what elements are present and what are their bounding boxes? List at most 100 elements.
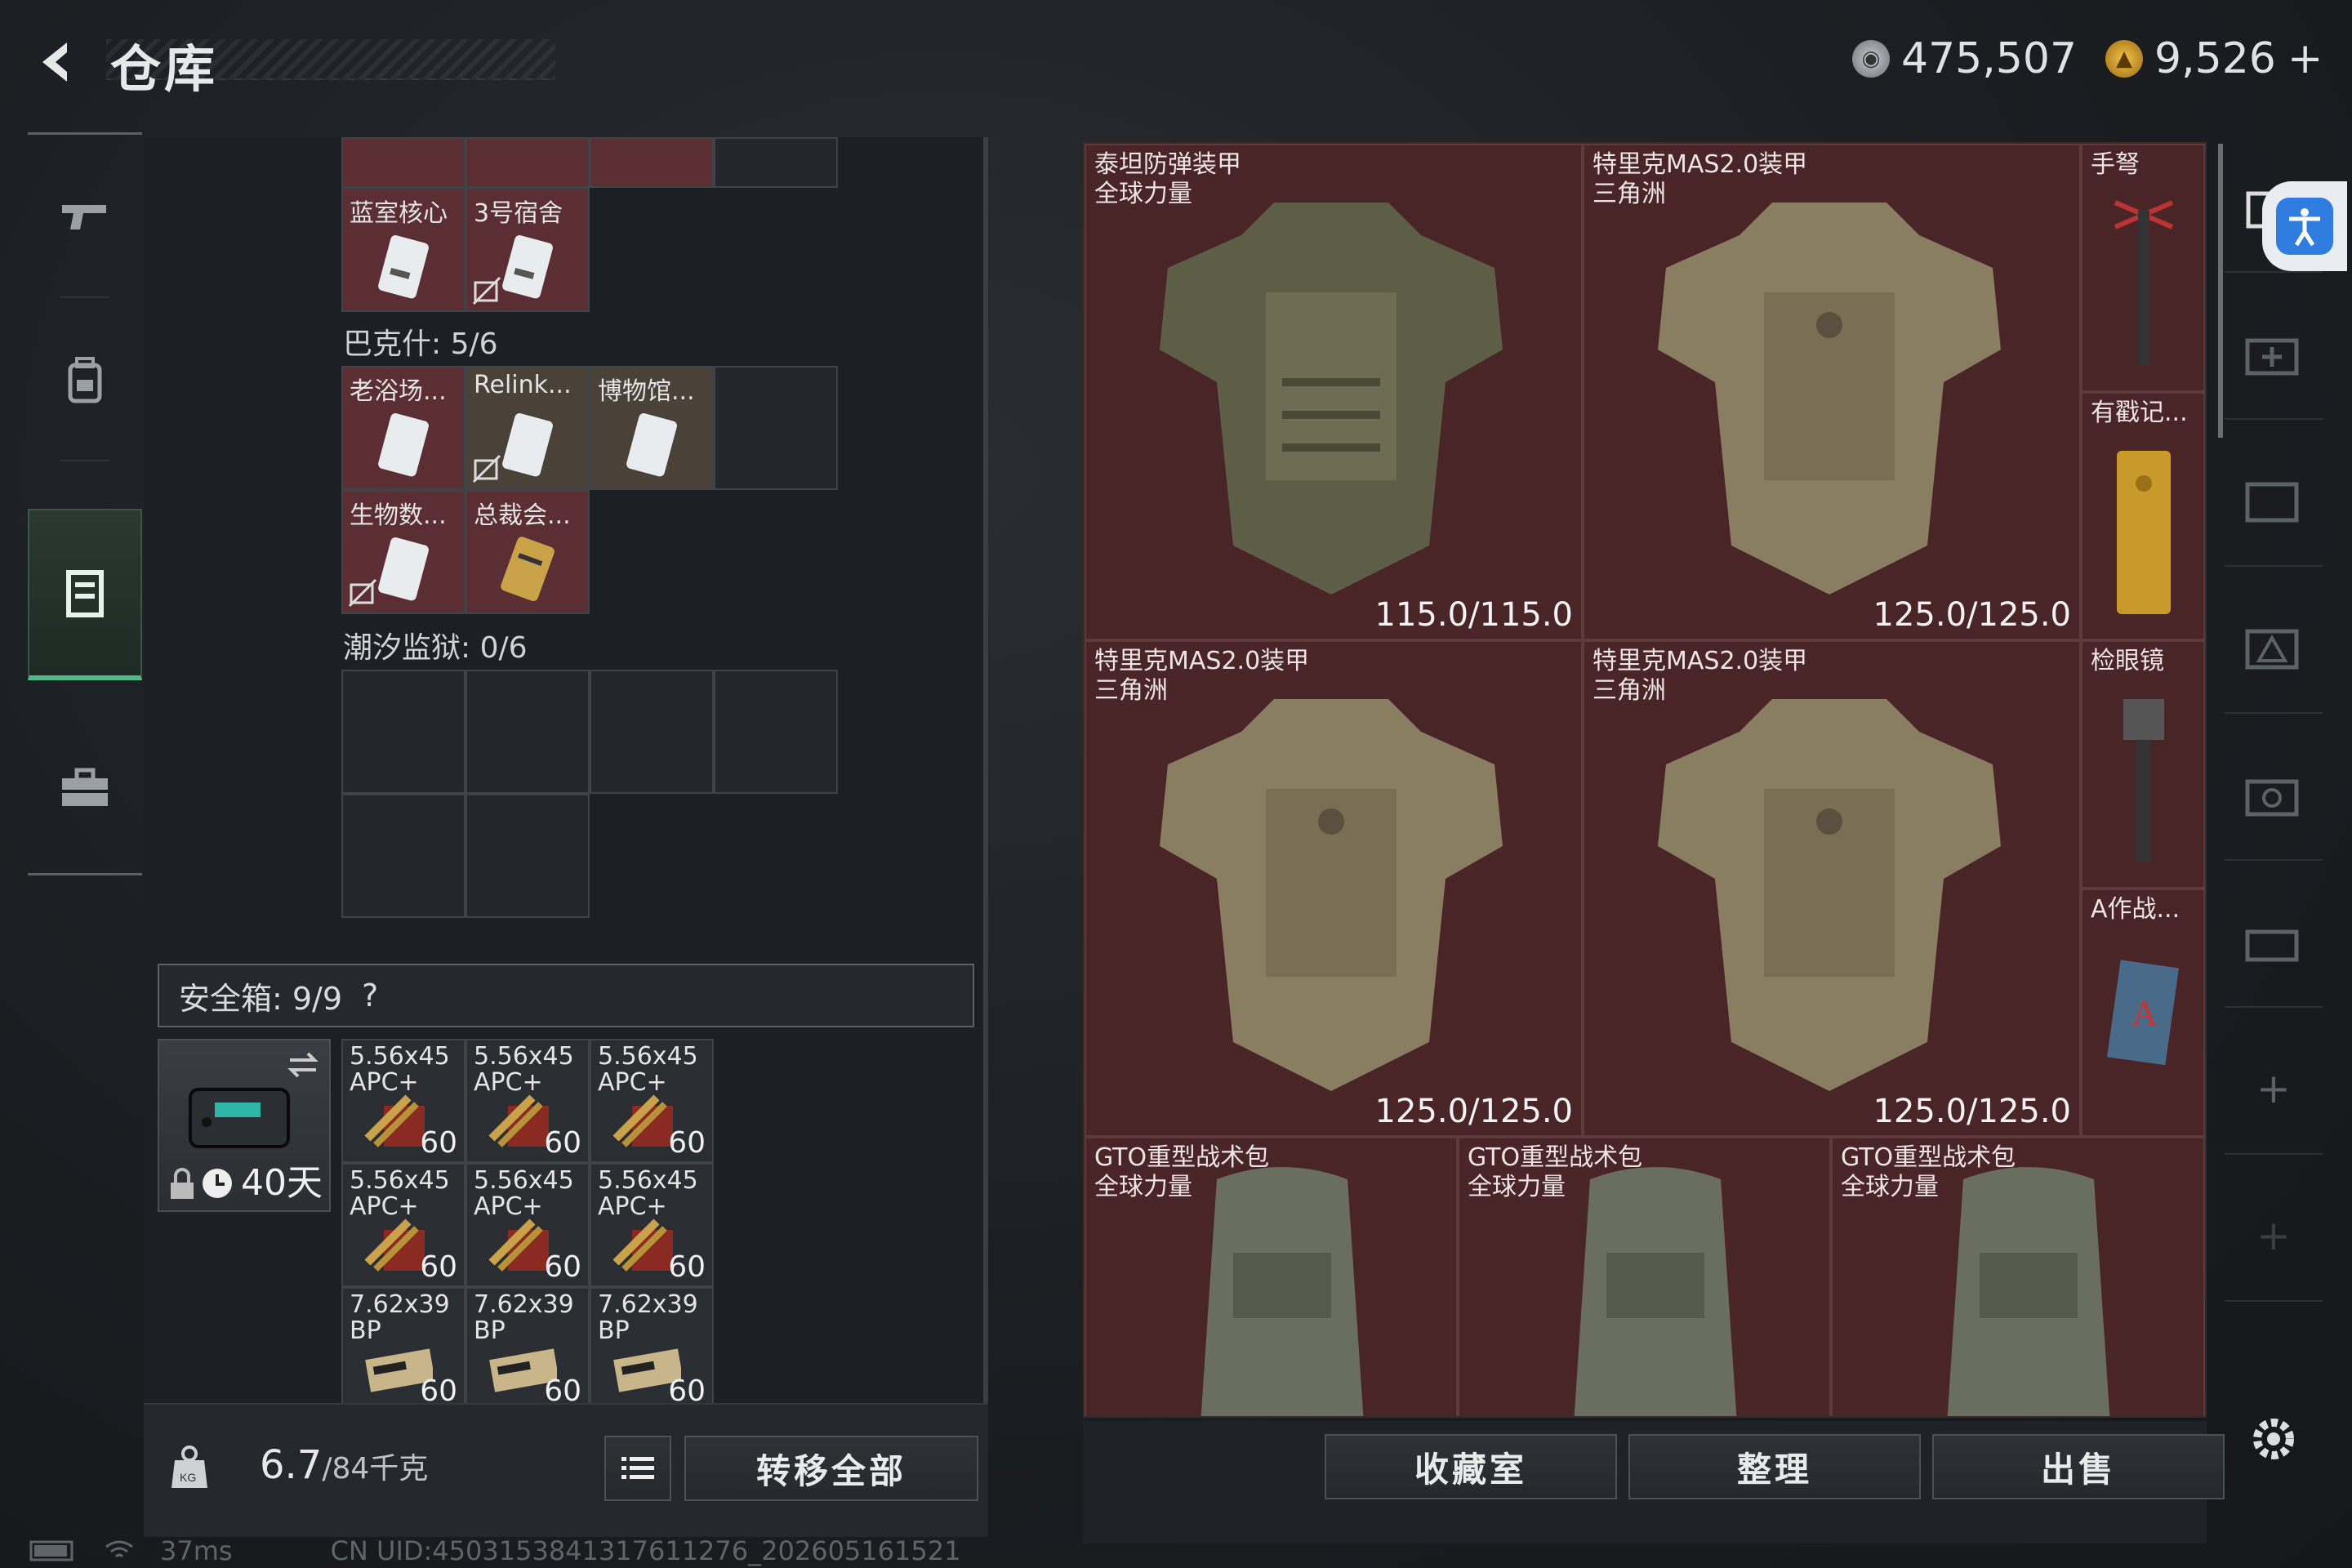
- armor-item[interactable]: 特里克MAS2.0装甲 三角洲 125.0/125.0: [1583, 144, 2081, 640]
- keycard-item[interactable]: 总裁会...: [466, 490, 590, 614]
- locker-icon: [66, 570, 104, 617]
- keycard-icon: [626, 413, 677, 477]
- medkit-icon: [2245, 338, 2299, 376]
- keycard-item[interactable]: 老浴场...: [341, 366, 466, 490]
- document-item[interactable]: A作战... A: [2081, 889, 2205, 1137]
- swap-icon[interactable]: [287, 1050, 319, 1080]
- settings-gear-icon[interactable]: [2247, 1413, 2300, 1465]
- category-valuables[interactable]: [2225, 730, 2323, 861]
- armor-item[interactable]: 特里克MAS2.0装甲 三角洲 125.0/125.0: [1583, 640, 2081, 1137]
- wifi-icon: [105, 1540, 133, 1558]
- ammo-type: BP: [350, 1316, 381, 1344]
- list-icon: [621, 1457, 654, 1479]
- item-slot[interactable]: [466, 137, 590, 188]
- sidebar-item-weapons[interactable]: [28, 135, 142, 298]
- battery-icon: [29, 1540, 74, 1561]
- help-button[interactable]: ?: [362, 978, 378, 1013]
- durability: 125.0/125.0: [1374, 1093, 1574, 1130]
- ammo-item[interactable]: 5.56x45 APC+ 60: [590, 1039, 714, 1163]
- item-slot[interactable]: [590, 137, 714, 188]
- ammo-item[interactable]: 7.62x39 BP 60: [466, 1287, 590, 1411]
- sort-button[interactable]: 整理: [1628, 1434, 1921, 1499]
- ammo-item[interactable]: 7.62x39 BP 60: [590, 1287, 714, 1411]
- inventory-grid: 泰坦防弹装甲 全球力量 115.0/115.0 特里克MAS2.0装甲 三角洲 12…: [1083, 142, 2207, 1418]
- ammo-count: 60: [420, 1126, 457, 1160]
- ammo-type: APC+: [474, 1192, 543, 1220]
- add-currency-button[interactable]: +: [2287, 34, 2323, 83]
- empty-slot[interactable]: [466, 794, 590, 918]
- empty-slot[interactable]: [714, 366, 838, 490]
- item-slot[interactable]: [341, 137, 466, 188]
- inventory-scrollbar[interactable]: [2218, 144, 2223, 438]
- ammo-item[interactable]: 5.56x45 APC+ 60: [341, 1163, 466, 1287]
- sell-button[interactable]: 出售: [1932, 1434, 2225, 1499]
- empty-slot[interactable]: [590, 670, 714, 794]
- section-title-bakesh: 巴克什: 5/6: [343, 327, 498, 361]
- ammo-item[interactable]: 5.56x45 APC+ 60: [590, 1163, 714, 1287]
- add-category-button-disabled[interactable]: +: [2225, 1171, 2323, 1302]
- empty-slot[interactable]: [341, 670, 466, 794]
- gold-amount: 9,526: [2154, 34, 2276, 83]
- triangle-box-icon: [2245, 629, 2299, 670]
- ammo-item[interactable]: 5.56x45 APC+ 60: [341, 1039, 466, 1163]
- category-medical[interactable]: [2225, 289, 2323, 420]
- page-title: 仓库: [110, 39, 219, 99]
- backpack-item[interactable]: GTO重型战术包 全球力量: [1085, 1137, 1458, 1416]
- add-category-button[interactable]: +: [2225, 1024, 2323, 1155]
- crossbow-item[interactable]: 手弩: [2081, 144, 2205, 392]
- ammo-caliber: 5.56x45: [350, 1168, 450, 1195]
- ammo-item[interactable]: 5.56x45 APC+ 60: [466, 1039, 590, 1163]
- document-icon: A: [2107, 960, 2180, 1066]
- gun-icon: [62, 205, 106, 229]
- currency-gold[interactable]: ▲ 9,526 +: [2105, 29, 2323, 88]
- armor-item[interactable]: 泰坦防弹装甲 全球力量 115.0/115.0: [1085, 144, 1583, 640]
- empty-slot[interactable]: [714, 670, 838, 794]
- gold-bar-item[interactable]: 有戳记...: [2081, 392, 2205, 640]
- gold-keycard-icon: [501, 537, 555, 602]
- ammo-item[interactable]: 7.62x39 BP 60: [341, 1287, 466, 1411]
- keycard-icon: [502, 235, 553, 299]
- keycard-item[interactable]: 博物馆...: [590, 366, 714, 490]
- collection-room-button[interactable]: 收藏室: [1325, 1434, 1617, 1499]
- gold-coin-icon: ▲: [2105, 40, 2143, 78]
- keycard-item[interactable]: 生物数...: [341, 490, 466, 614]
- no-insure-icon: [472, 454, 501, 483]
- sidebar-item-warehouse[interactable]: [28, 509, 142, 680]
- safe-box-container[interactable]: 40天: [158, 1039, 331, 1212]
- armor-item[interactable]: 特里克MAS2.0装甲 三角洲 125.0/125.0: [1085, 640, 1583, 1137]
- uid-readout: CN UID:4503153841317611276_202605161521: [330, 1535, 961, 1566]
- empty-slot[interactable]: [714, 137, 838, 188]
- stash-scrollbar[interactable]: [983, 137, 988, 1411]
- keycard-item[interactable]: 蓝室核心: [341, 188, 466, 312]
- accessibility-button[interactable]: [2262, 181, 2347, 271]
- armor-vest-icon: [1658, 699, 2001, 1091]
- item-name: 手弩: [2091, 150, 2140, 179]
- keycard-icon: [378, 235, 429, 299]
- safe-box-label: 安全箱: 9/9: [179, 980, 343, 1017]
- back-arrow-icon: [42, 42, 67, 82]
- empty-slot[interactable]: [466, 670, 590, 794]
- ammo-count: 60: [420, 1250, 457, 1284]
- ammo-item[interactable]: 5.56x45 APC+ 60: [466, 1163, 590, 1287]
- category-electronics[interactable]: [2225, 877, 2323, 1008]
- sidebar-item-toolbox[interactable]: [28, 706, 142, 870]
- folder-icon: [2245, 482, 2299, 523]
- transfer-all-button[interactable]: 转移全部: [684, 1436, 978, 1501]
- backpack-item[interactable]: GTO重型战术包 全球力量: [1458, 1137, 1831, 1416]
- keycard-item[interactable]: Relink...: [466, 366, 590, 490]
- keycard-item[interactable]: 3号宿舍: [466, 188, 590, 312]
- sidebar-item-equipment[interactable]: [28, 298, 142, 461]
- backpack-item[interactable]: GTO重型战术包 全球力量: [1831, 1137, 2205, 1416]
- category-storage[interactable]: [2225, 436, 2323, 567]
- crossbow-icon: [2114, 200, 2174, 366]
- no-insure-icon: [472, 276, 501, 305]
- briefcase-icon: [62, 768, 108, 806]
- ophthalmoscope-item[interactable]: 检眼镜: [2081, 640, 2205, 889]
- weight-readout: 6.7/84千克: [260, 1442, 428, 1488]
- durability: 125.0/125.0: [1873, 1093, 2072, 1130]
- ammo-caliber: 7.62x39: [350, 1292, 450, 1319]
- empty-slot[interactable]: [341, 794, 466, 918]
- list-view-button[interactable]: [604, 1436, 671, 1501]
- category-tools[interactable]: [2225, 583, 2323, 714]
- back-button[interactable]: [24, 29, 90, 95]
